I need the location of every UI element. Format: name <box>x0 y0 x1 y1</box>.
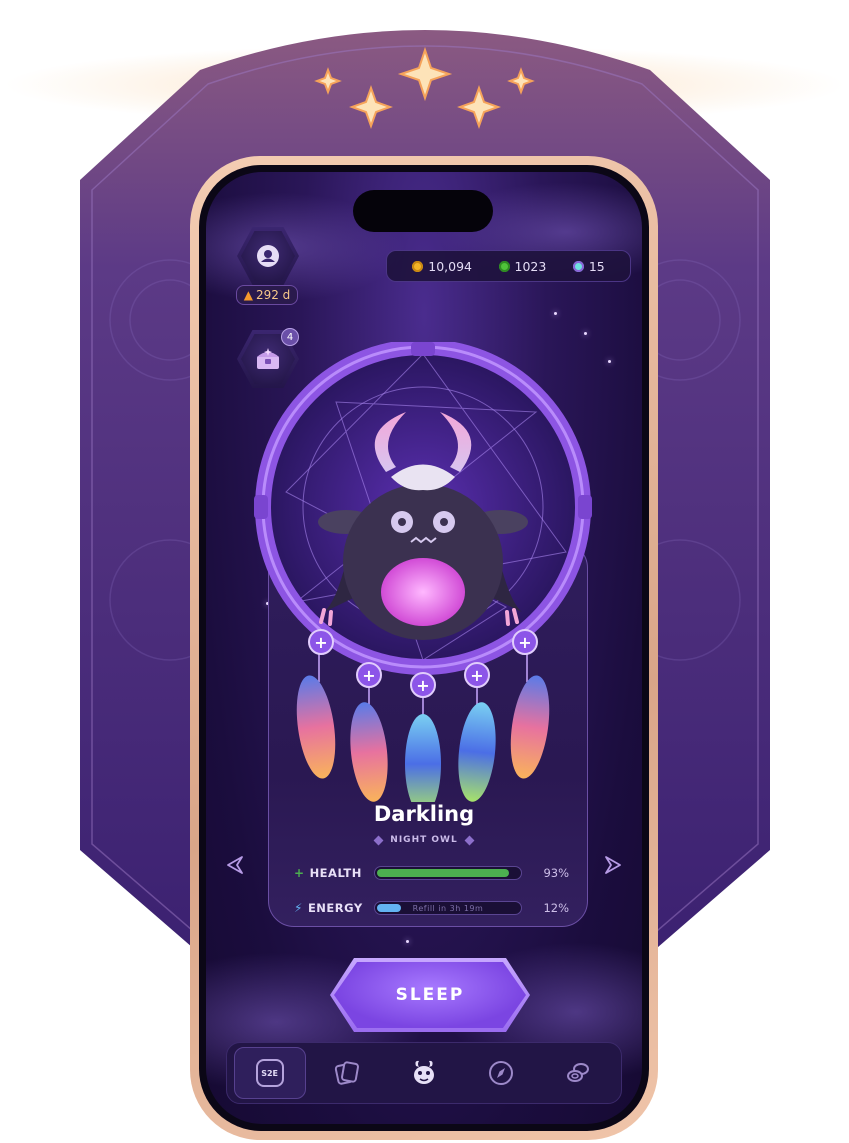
nav-cards[interactable] <box>311 1047 383 1099</box>
creature-icon <box>413 1060 434 1084</box>
creature-subtitle-row: NIGHT OWL <box>354 833 494 847</box>
diamond-ornament-icon <box>373 835 384 845</box>
health-bar-fill <box>377 869 509 877</box>
energy-refill-text: Refill in 3h 19m <box>412 903 484 913</box>
profile-icon <box>257 245 279 267</box>
streak-days: 292 d <box>255 288 291 302</box>
energy-value: 12% <box>543 901 569 915</box>
phone-frame: ▲ 292 d 4 10,094 1023 15 + + + + + Darkl… <box>190 156 658 1140</box>
diamond-ornament-icon <box>464 835 475 845</box>
nav-compass[interactable] <box>465 1047 537 1099</box>
add-feather-button-3[interactable]: + <box>410 672 436 698</box>
s2e-icon: S2E <box>255 1059 284 1087</box>
add-feather-button-1[interactable]: + <box>308 629 334 655</box>
flame-icon: ▲ <box>243 288 253 302</box>
add-feather-button-4[interactable]: + <box>464 662 490 688</box>
next-arrow-icon[interactable] <box>603 855 623 875</box>
gold-coin-icon <box>412 260 424 272</box>
creature-subtitle: NIGHT OWL <box>390 835 458 845</box>
health-bar <box>374 866 522 880</box>
add-feather-button-5[interactable]: + <box>512 629 538 655</box>
health-stat: + HEALTH 93% <box>294 864 569 882</box>
coins-icon <box>567 1063 590 1082</box>
gem-currency: 1023 <box>498 259 546 274</box>
plus-icon: + <box>294 866 305 880</box>
sleep-button-label: SLEEP <box>334 962 526 1028</box>
energy-stat: ⚡ ENERGY Refill in 3h 19m 12% <box>294 899 569 917</box>
game-screen: ▲ 292 d 4 10,094 1023 15 + + + + + Darkl… <box>206 172 642 1124</box>
cards-icon <box>334 1061 359 1085</box>
previous-arrow-icon[interactable] <box>225 855 245 875</box>
health-label: HEALTH <box>309 866 362 880</box>
green-gem-icon <box>498 260 510 272</box>
teal-token-icon <box>572 260 584 272</box>
lightning-icon: ⚡ <box>294 901 303 915</box>
energy-label: ENERGY <box>307 901 363 915</box>
nav-creature[interactable] <box>388 1047 460 1099</box>
token-currency: 15 <box>572 259 605 274</box>
bottom-nav: S2E <box>226 1042 622 1104</box>
sleep-button[interactable]: SLEEP <box>330 958 530 1032</box>
compass-icon <box>489 1061 514 1085</box>
currency-bar[interactable]: 10,094 1023 15 <box>386 250 631 282</box>
nav-coins[interactable] <box>542 1047 614 1099</box>
energy-bar: Refill in 3h 19m <box>374 901 522 915</box>
creature-name: Darkling <box>373 802 475 826</box>
nav-s2e[interactable]: S2E <box>233 1047 306 1099</box>
health-value: 93% <box>543 866 569 880</box>
gold-currency: 10,094 <box>412 259 472 274</box>
dreamcatcher-illustration <box>254 342 592 802</box>
add-feather-button-2[interactable]: + <box>356 662 382 688</box>
camera-notch <box>353 190 493 232</box>
streak-badge: ▲ 292 d <box>236 285 298 305</box>
